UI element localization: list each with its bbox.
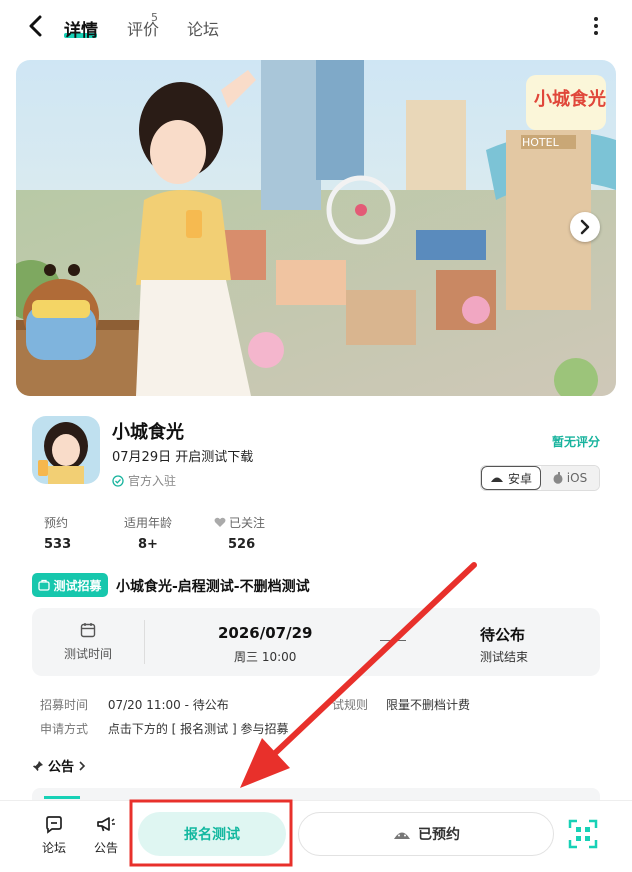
signup-test-button[interactable]: 报名测试 xyxy=(138,812,286,856)
more-dot-icon xyxy=(594,17,598,21)
more-menu-button[interactable] xyxy=(586,14,606,38)
stat-reservations: 预约 533 xyxy=(44,514,71,552)
reserved-label: 已预约 xyxy=(418,827,460,843)
android-icon xyxy=(490,477,503,482)
tab-details[interactable]: 详情 xyxy=(64,16,98,41)
test-rule-label: 试规则 xyxy=(332,698,369,712)
stat-value: 8+ xyxy=(138,537,158,552)
game-test-date: 07月29日 开启测试下载 xyxy=(112,450,254,465)
platform-ios-label: iOS xyxy=(566,471,588,485)
recruit-title: 小城食光-启程测试-不删档测试 xyxy=(116,579,310,595)
tab-forum[interactable]: 论坛 xyxy=(187,16,219,40)
recruit-time-row: 招募时间 07/20 11:00 - 待公布 xyxy=(40,696,229,713)
stat-value: 533 xyxy=(44,537,72,552)
test-start-time: 周三 10:00 xyxy=(234,650,297,664)
calendar-icon xyxy=(80,623,96,638)
official-label: 官方入驻 xyxy=(128,474,177,488)
banner-image[interactable]: HOTEL 小城食光 xyxy=(16,60,616,396)
svg-text:小城食光: 小城食光 xyxy=(534,88,606,110)
reviews-count-badge: 5 xyxy=(151,11,158,24)
stat-age-rating: 适用年龄 8+ xyxy=(124,514,172,552)
platform-ios-button[interactable]: iOS xyxy=(541,466,599,490)
announcement-label: 公告 xyxy=(48,760,75,775)
game-logo: 小城食光 xyxy=(526,75,606,130)
stat-label: 适用年龄 xyxy=(124,516,173,530)
test-end-value: 待公布 xyxy=(480,626,526,644)
forum-label: 论坛 xyxy=(41,841,66,855)
qr-scan-icon[interactable] xyxy=(568,819,598,849)
chevron-right-icon xyxy=(580,219,590,235)
recruit-flag-icon xyxy=(38,579,51,591)
platform-toggle: 安卓 iOS xyxy=(480,465,600,491)
bottom-action-bar: 论坛 公告 报名测试 已预约 xyxy=(0,800,632,872)
divider xyxy=(144,620,145,664)
stat-value: 526 xyxy=(228,537,256,552)
stat-label: 预约 xyxy=(44,516,69,530)
apply-method-row: 申请方式 点击下方的 [ 报名测试 ] 参与招募 xyxy=(40,720,288,737)
verified-check-icon xyxy=(112,474,124,487)
game-title: 小城食光 xyxy=(112,422,184,443)
banner-next-button[interactable] xyxy=(570,212,600,242)
recruit-time-key: 招募时间 xyxy=(40,698,89,712)
game-app-icon xyxy=(32,416,100,484)
announcement-header[interactable]: 公告 xyxy=(32,756,86,775)
announcement-button[interactable]: 公告 xyxy=(86,815,126,856)
chevron-right-icon xyxy=(79,760,86,771)
recruit-tag-label: 测试招募 xyxy=(53,578,102,593)
rating-status: 暂无评分 xyxy=(552,435,601,449)
chevron-left-icon xyxy=(29,15,42,37)
top-nav: 详情 评价 5 论坛 xyxy=(0,0,632,54)
megaphone-icon xyxy=(97,817,115,832)
android-icon xyxy=(394,832,410,839)
recruit-time-value: 07/20 11:00 - 待公布 xyxy=(107,698,229,712)
announcement-accent xyxy=(44,796,80,799)
heart-icon xyxy=(214,517,226,527)
test-rule-value: 限量不删档计费 xyxy=(386,698,471,712)
apply-method-value: 点击下方的 [ 报名测试 ] 参与招募 xyxy=(107,722,289,736)
apple-icon xyxy=(553,472,563,484)
test-end-label: 测试结束 xyxy=(480,650,529,664)
pin-icon xyxy=(33,760,43,771)
stat-label-row: 已关注 xyxy=(214,514,265,531)
more-dot-icon xyxy=(594,31,598,35)
back-button[interactable] xyxy=(22,12,50,40)
platform-android-button[interactable]: 安卓 xyxy=(481,466,541,490)
date-range-separator xyxy=(380,640,406,641)
reserved-button[interactable]: 已预约 xyxy=(298,812,554,856)
stat-followers[interactable]: 已关注 526 xyxy=(214,514,265,552)
official-badge: 官方入驻 xyxy=(112,472,176,489)
recruit-tag: 测试招募 xyxy=(32,573,108,597)
more-dot-icon xyxy=(594,24,598,28)
chat-bubble-icon xyxy=(46,816,62,834)
announcement-bottom-label: 公告 xyxy=(93,841,118,855)
hotel-sign: HOTEL xyxy=(522,136,560,149)
arrow-head xyxy=(240,738,290,788)
test-time-label: 测试时间 xyxy=(64,647,113,661)
stat-label: 已关注 xyxy=(229,516,266,530)
apply-method-key: 申请方式 xyxy=(40,722,89,736)
platform-android-label: 安卓 xyxy=(507,471,532,486)
forum-button[interactable]: 论坛 xyxy=(34,815,74,856)
test-time-card: 测试时间 2026/07/29 周三 10:00 待公布 测试结束 xyxy=(32,608,600,676)
test-start-date: 2026/07/29 xyxy=(218,624,313,642)
